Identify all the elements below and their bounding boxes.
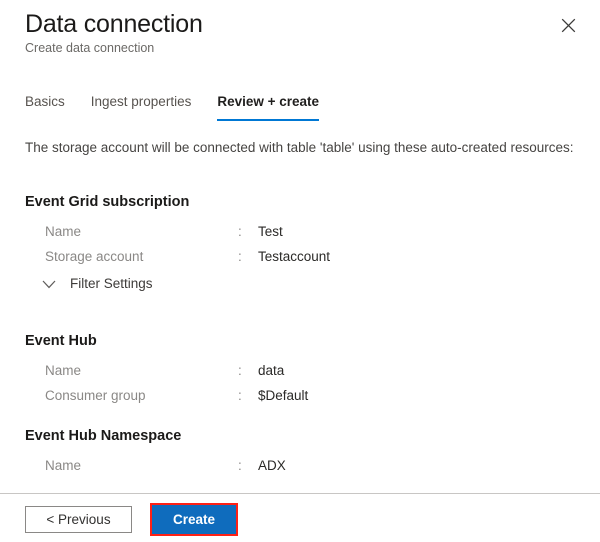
detail-separator: : [238, 383, 242, 408]
section-event-grid-subscription: Event Grid subscription Name : Test Stor… [25, 192, 565, 297]
page-title: Data connection [25, 8, 203, 40]
close-button[interactable] [552, 9, 584, 41]
detail-label: Consumer group [45, 383, 146, 408]
tab-basics[interactable]: Basics [25, 92, 78, 121]
tab-basics-label: Basics [25, 94, 65, 109]
detail-row: Name : Test [25, 219, 565, 244]
panel-footer: < Previous [0, 494, 600, 542]
detail-separator: : [238, 358, 242, 383]
detail-row: Name : ADX [25, 453, 565, 478]
detail-row: Storage account : Testaccount [25, 244, 565, 269]
detail-row: Name : data [25, 358, 565, 383]
tab-bar: Basics Ingest properties Review + create [25, 92, 332, 121]
intro-text: The storage account will be connected wi… [25, 138, 573, 158]
close-icon [561, 18, 576, 33]
detail-value: $Default [258, 383, 308, 408]
detail-label: Name [45, 453, 81, 478]
tab-ingest-properties-label: Ingest properties [91, 94, 192, 109]
detail-value: data [258, 358, 284, 383]
detail-separator: : [238, 244, 242, 269]
filter-settings-label: Filter Settings [70, 271, 153, 297]
section-title: Event Hub Namespace [25, 426, 565, 446]
create-button[interactable]: Create [152, 505, 236, 534]
detail-value: Testaccount [258, 244, 330, 269]
detail-label: Storage account [45, 244, 143, 269]
section-event-hub: Event Hub Name : data Consumer group : $… [25, 331, 565, 408]
section-title: Event Hub [25, 331, 565, 351]
panel-header: Data connection Create data connection [0, 0, 600, 76]
section-title: Event Grid subscription [25, 192, 565, 212]
detail-row: Consumer group : $Default [25, 383, 565, 408]
page-subtitle: Create data connection [25, 40, 154, 56]
create-button-highlight: Create [150, 503, 238, 536]
filter-settings-toggle[interactable]: Filter Settings [25, 271, 565, 297]
detail-value: ADX [258, 453, 286, 478]
detail-value: Test [258, 219, 283, 244]
detail-label: Name [45, 219, 81, 244]
previous-button[interactable]: < Previous [25, 506, 132, 533]
tab-ingest-properties[interactable]: Ingest properties [78, 92, 205, 121]
detail-label: Name [45, 358, 81, 383]
detail-separator: : [238, 453, 242, 478]
tab-review-create-label: Review + create [217, 94, 319, 109]
data-connection-panel: Data connection Create data connection B… [0, 0, 600, 542]
tab-review-create[interactable]: Review + create [204, 92, 332, 121]
chevron-down-icon [38, 280, 60, 289]
section-event-hub-namespace: Event Hub Namespace Name : ADX [25, 426, 565, 478]
detail-separator: : [238, 219, 242, 244]
